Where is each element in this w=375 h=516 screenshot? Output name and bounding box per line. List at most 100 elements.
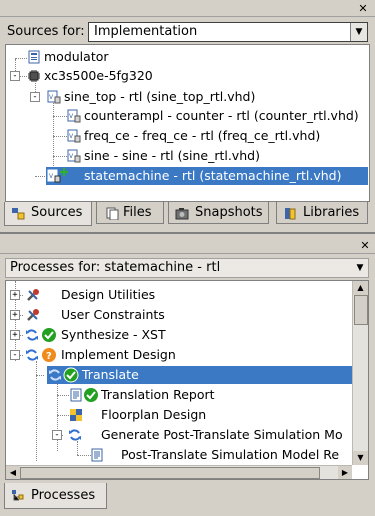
expand-toggle[interactable]: + [10,330,20,340]
tab-label: Snapshots [195,205,263,220]
tab-label: Processes [31,488,96,503]
process-label: Implement Design [61,347,176,362]
tree-item-label: statemachine - rtl (statemachine_rtl.vhd… [84,168,342,183]
tab-label: Files [123,205,152,220]
report-icon [91,448,103,462]
check-status-icon [84,388,98,402]
run-icon [26,329,38,341]
chevron-down-icon[interactable]: ▼ [353,260,367,276]
tab-files[interactable]: Files [96,202,164,224]
panel-splitter[interactable] [0,232,375,234]
sources-for-label: Sources for: [7,24,85,39]
vertical-scrollbar[interactable]: ▲ ▼ [352,281,368,465]
process-translate[interactable]: Translate [47,366,352,384]
tree-item-label: freq_ce - freq_ce - rtl (freq_ce_rtl.vhd… [84,128,321,143]
check-status-icon [42,328,56,342]
run-icon [49,369,61,381]
tab-label: Sources [31,205,83,220]
tree-item-counterampl[interactable]: V counterampl - counter - rtl (counter_r… [6,107,369,125]
tree-item-label: xc3s500e-5fg320 [44,68,153,83]
chip-icon [28,70,40,82]
sources-icon [12,208,25,220]
collapse-toggle[interactable]: - [10,350,20,360]
tab-label: Libraries [303,205,360,220]
tree-item-label: modulator [44,49,109,64]
files-icon [106,207,119,220]
divider [0,253,375,254]
run-icon [26,349,38,361]
tree-item-statemachine[interactable]: V statemachine - rtl (statemachine_rtl.v… [46,167,368,185]
tree-item-label: sine - sine - rtl (sine_rtl.vhd) [84,148,260,163]
sources-tabbar: Sources Files Snapshots Libraries [0,202,375,228]
processes-tree[interactable]: + Design Utilities + User Constraints + … [5,280,369,480]
process-label: Design Utilities [61,287,156,302]
process-generate-post-translate[interactable]: - Generate Post-Translate Simulation Mo [6,426,352,444]
process-label: Synthesize - XST [61,327,166,342]
tree-item-sine[interactable]: V sine - sine - rtl (sine_rtl.vhd) [6,147,369,165]
collapse-toggle[interactable]: - [10,71,20,81]
tools-icon [27,309,39,321]
svg-text:?: ? [46,351,52,362]
project-icon [28,50,40,64]
process-implement-design[interactable]: - ? Implement Design [6,346,352,364]
process-post-translate-sim-report[interactable]: Post-Translate Simulation Model Re [6,446,352,464]
process-synthesize-xst[interactable]: + Synthesize - XST [6,326,352,344]
tree-item-label: counterampl - counter - rtl (counter_rtl… [84,108,359,123]
scroll-down-icon[interactable]: ▼ [353,451,368,465]
process-floorplan-design[interactable]: Floorplan Design [6,406,352,424]
tree-item-freq-ce[interactable]: V freq_ce - freq_ce - rtl (freq_ce_rtl.v… [6,127,369,145]
vhdl-module-icon: V [67,109,81,123]
process-translation-report[interactable]: Translation Report [6,386,352,404]
tab-processes[interactable]: Processes [4,483,107,509]
horizontal-scrollbar[interactable]: ◀ ▶ [6,465,352,479]
scroll-left-icon[interactable]: ◀ [6,466,20,479]
scrollbar-thumb[interactable] [20,467,320,479]
tree-item-sine-top[interactable]: - V sine_top - rtl (sine_top_rtl.vhd) [6,88,369,106]
tree-guide [36,375,44,376]
process-label: Translation Report [101,387,215,402]
process-label: Generate Post-Translate Simulation Mo [101,427,343,442]
close-processes-icon[interactable]: ✕ [359,240,371,252]
process-user-constraints[interactable]: + User Constraints [6,306,352,324]
tab-snapshots[interactable]: Snapshots [168,202,269,224]
process-label: Translate [82,367,139,382]
chevron-down-icon[interactable]: ▼ [350,23,367,41]
collapse-toggle[interactable]: - [30,92,40,102]
tree-item-modulator[interactable]: modulator [6,48,369,66]
scroll-up-icon[interactable]: ▲ [353,281,368,295]
collapse-toggle[interactable]: - [52,430,62,440]
tab-sources[interactable]: Sources [4,202,92,226]
process-label: User Constraints [61,307,165,322]
plus-icon [60,168,68,176]
expand-toggle[interactable]: + [10,290,20,300]
process-label: Post-Translate Simulation Model Re [121,447,340,462]
tools-icon [27,289,39,301]
tab-libraries[interactable]: Libraries [276,202,368,224]
sources-view-select[interactable]: Implementation ▼ [88,22,368,42]
process-design-utilities[interactable]: + Design Utilities [6,286,352,304]
scroll-right-icon[interactable]: ▶ [338,466,352,479]
processes-for-select[interactable]: Processes for: statemachine - rtl ▼ [5,258,369,278]
expand-toggle[interactable]: + [10,310,20,320]
processes-for-label: Processes for: statemachine - rtl [10,260,221,275]
vhdl-module-icon: V [47,90,61,104]
process-label: Floorplan Design [101,407,207,422]
close-sources-icon[interactable]: ✕ [357,3,369,15]
processes-icon [12,490,24,501]
tree-item-label: sine_top - rtl (sine_top_rtl.vhd) [64,89,256,104]
sources-panel: ✕ Sources for: Implementation ▼ modulato… [0,0,375,230]
sources-view-value: Implementation [94,24,198,39]
sources-tree[interactable]: modulator - xc3s500e-5fg320 - V sine_top… [5,44,370,202]
vhdl-module-icon: V [67,129,81,143]
report-icon [70,388,82,402]
floorplan-icon [70,409,82,421]
snapshots-icon [175,208,189,220]
warning-status-icon: ? [42,348,56,362]
libraries-icon [285,208,296,220]
vhdl-module-icon: V [67,149,81,163]
tree-item-device[interactable]: - xc3s500e-5fg320 [6,67,369,85]
divider [0,16,375,17]
run-icon [69,429,81,441]
check-status-icon [63,367,79,383]
scrollbar-thumb[interactable] [354,295,368,325]
